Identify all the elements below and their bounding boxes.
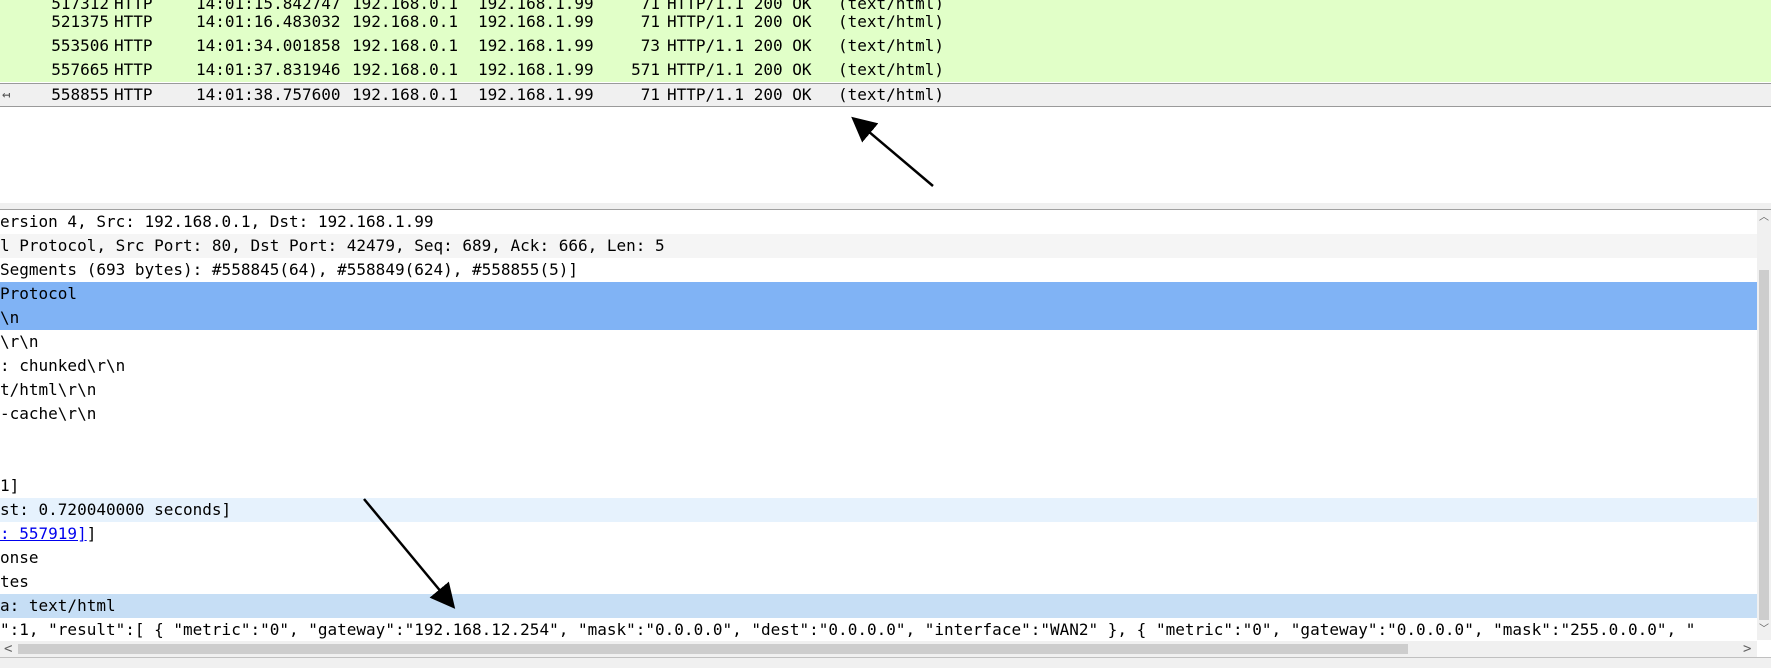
detail-ip-line[interactable]: ersion 4, Src: 192.168.0.1, Dst: 192.168… [0, 210, 1757, 234]
packet-length: 71 [640, 12, 660, 31]
packet-time: 14:01:16.483032 [196, 12, 341, 31]
packet-info: HTTP/1.1 200 OK [667, 85, 812, 104]
packet-info: HTTP/1.1 200 OK [667, 12, 812, 31]
detail-time-since-request-line[interactable]: st: 0.720040000 seconds] [0, 498, 1757, 522]
packet-content-type: (text/html) [838, 36, 944, 55]
packet-content-type: (text/html) [838, 60, 944, 79]
packet-number: 553506 [51, 36, 109, 55]
packet-source: 192.168.0.1 [352, 85, 458, 104]
packet-destination: 192.168.1.99 [478, 36, 594, 55]
detail-http-protocol-line[interactable]: Protocol [0, 282, 1757, 306]
packet-row[interactable]: 557665 HTTP 14:01:37.831946 192.168.0.1 … [0, 58, 1771, 82]
packet-time: 14:01:34.001858 [196, 36, 341, 55]
detail-content-type-line[interactable]: t/html\r\n [0, 378, 1757, 402]
packet-destination: 192.168.1.99 [478, 12, 594, 31]
detail-reassembled-line[interactable]: Segments (693 bytes): #558845(64), #5588… [0, 258, 1757, 282]
packet-protocol: HTTP [114, 60, 153, 79]
packet-info: HTTP/1.1 200 OK [667, 36, 812, 55]
detail-transfer-encoding-line[interactable]: : chunked\r\n [0, 354, 1757, 378]
bytes-pane-edge [0, 657, 1771, 668]
detail-bytes-line[interactable]: tes [0, 570, 1757, 594]
packet-number: 521375 [51, 12, 109, 31]
packet-number: 558855 [51, 85, 109, 104]
packet-length: 71 [640, 85, 660, 104]
packet-number: 557665 [51, 60, 109, 79]
detail-response-line[interactable]: onse [0, 546, 1757, 570]
scroll-left-icon[interactable]: < [4, 642, 12, 656]
packet-source: 192.168.0.1 [352, 36, 458, 55]
packet-content-type: (text/html) [838, 85, 944, 104]
detail-tcp-line[interactable]: l Protocol, Src Port: 80, Dst Port: 4247… [0, 234, 1757, 258]
packet-protocol: HTTP [114, 12, 153, 31]
packet-time: 14:01:37.831946 [196, 60, 341, 79]
details-vertical-scrollbar[interactable]: ︿ ﹀ [1757, 210, 1771, 640]
details-horizontal-scrollbar[interactable]: < > [0, 641, 1757, 657]
detail-request-in-line[interactable]: : 557919]] [0, 522, 1757, 546]
packet-protocol: HTTP [114, 85, 153, 104]
scroll-right-icon[interactable]: > [1743, 642, 1751, 656]
vertical-scroll-thumb[interactable] [1759, 270, 1769, 620]
packet-row[interactable]: 553506 HTTP 14:01:34.001858 192.168.0.1 … [0, 34, 1771, 58]
detail-response-number-line[interactable]: 1] [0, 474, 1757, 498]
packet-info: HTTP/1.1 200 OK [667, 60, 812, 79]
packet-content-type: (text/html) [838, 12, 944, 31]
packet-list[interactable]: 517312 HTTP 14:01:15.842747 192.168.0.1 … [0, 0, 1771, 204]
detail-media-type-line[interactable]: a: text/html [0, 594, 1757, 618]
detail-status-line[interactable]: \n [0, 306, 1757, 330]
horizontal-scroll-thumb[interactable] [18, 644, 1408, 654]
packet-protocol: HTTP [114, 36, 153, 55]
detail-blank-line [0, 426, 1757, 450]
request-in-link[interactable]: : 557919] [0, 524, 87, 543]
pane-splitter[interactable] [0, 203, 1771, 210]
packet-source: 192.168.0.1 [352, 60, 458, 79]
packet-length: 73 [640, 36, 660, 55]
packet-length: 571 [631, 60, 660, 79]
detail-blank-line [0, 450, 1757, 474]
packet-destination: 192.168.1.99 [478, 85, 594, 104]
packet-source: 192.168.0.1 [352, 12, 458, 31]
detail-json-body-line[interactable]: ":1, "result":[ { "metric":"0", "gateway… [0, 618, 1757, 640]
detail-header-line[interactable]: \r\n [0, 330, 1757, 354]
packet-row-selected[interactable]: ↤ 558855 HTTP 14:01:38.757600 192.168.0.… [0, 83, 1771, 107]
scroll-up-icon[interactable]: ︿ [1759, 212, 1769, 224]
packet-details-tree[interactable]: ersion 4, Src: 192.168.0.1, Dst: 192.168… [0, 210, 1757, 640]
packet-destination: 192.168.1.99 [478, 60, 594, 79]
packet-time: 14:01:38.757600 [196, 85, 341, 104]
packet-row[interactable]: 521375 HTTP 14:01:16.483032 192.168.0.1 … [0, 10, 1771, 34]
related-packet-icon: ↤ [2, 87, 11, 103]
detail-cache-control-line[interactable]: -cache\r\n [0, 402, 1757, 426]
scroll-down-icon[interactable]: ﹀ [1759, 624, 1769, 636]
